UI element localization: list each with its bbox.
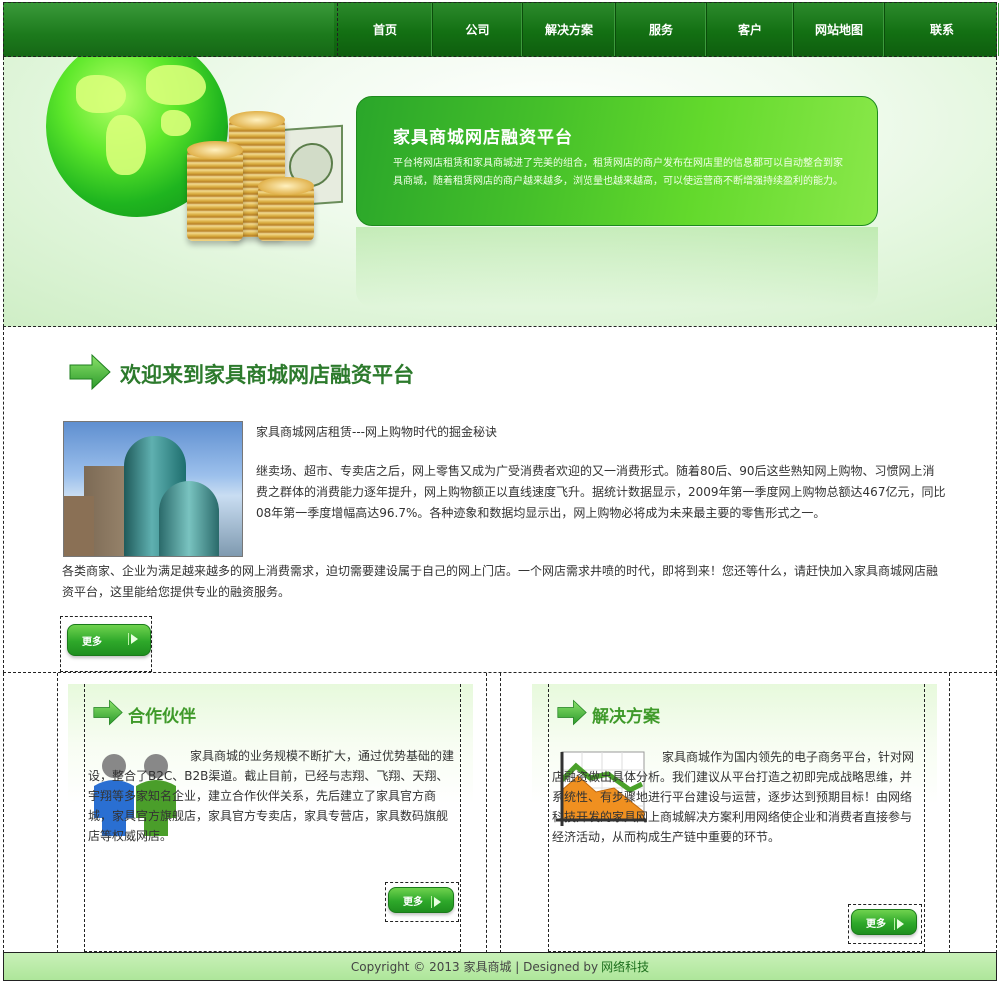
coin-stack-illustration [187,141,243,241]
site-header: 首页 公司 解决方案 服务 客户 网站地图 联系 [3,2,997,57]
welcome-paragraph: 继卖场、超市、专卖店之后，网上零售又成为广受消费者欢迎的又一消费形式。随着80后… [256,464,946,520]
building-photo [63,421,243,557]
more-button-label: 更多 [82,636,102,648]
welcome-section: 欢迎来到家具商城网店融资平台 家具商城网店租赁---网上购物时代的掘金秘诀 继卖… [3,327,997,673]
nav-item-company[interactable]: 公司 [433,3,523,56]
play-icon [131,634,138,644]
site-footer: Copyright © 2013 家具商城 | Designed by 网络科技 [3,952,997,981]
nav-item-sitemap[interactable]: 网站地图 [794,3,885,56]
banner-text: 平台将网店租赁和家具商城进了完美的组合，租赁网店的商户发布在网店里的信息都可以自… [393,158,843,187]
welcome-more-button[interactable]: 更多 [67,624,151,656]
footer-copyright: Copyright © 2013 家具商城 | Designed by [350,960,599,974]
hero-banner: 家具商城网店融资平台 平台将网店租赁和家具商城进了完美的组合，租赁网店的商户发布… [3,57,997,327]
welcome-subtitle: 家具商城网店租赁---网上购物时代的掘金秘诀 [256,425,497,439]
banner-reflection [356,227,878,307]
main-nav: 首页 公司 解决方案 服务 客户 网站地图 联系 [337,3,999,56]
welcome-heading: 欢迎来到家具商城网店融资平台 [120,362,414,387]
arrow-right-icon [69,353,111,391]
nav-item-clients[interactable]: 客户 [707,3,794,56]
partners-inner-frame [84,684,461,952]
nav-item-services[interactable]: 服务 [616,3,707,56]
header-logo-area [4,3,334,56]
coin-stack-illustration [258,177,314,241]
nav-item-home[interactable]: 首页 [338,3,433,56]
banner-title: 家具商城网店融资平台 [393,128,573,148]
solutions-inner-frame [548,684,925,952]
nav-item-solutions[interactable]: 解决方案 [523,3,616,56]
footer-designer-link[interactable]: 网络科技 [601,958,649,975]
nav-item-contact[interactable]: 联系 [885,3,999,56]
banner-card: 家具商城网店融资平台 平台将网店租赁和家具商城进了完美的组合，租赁网店的商户发布… [356,96,878,226]
welcome-paragraph: 各类商家、企业为满足越来越多的网上消费需求，迫切需要建设属于自己的网上门店。一个… [62,564,939,599]
